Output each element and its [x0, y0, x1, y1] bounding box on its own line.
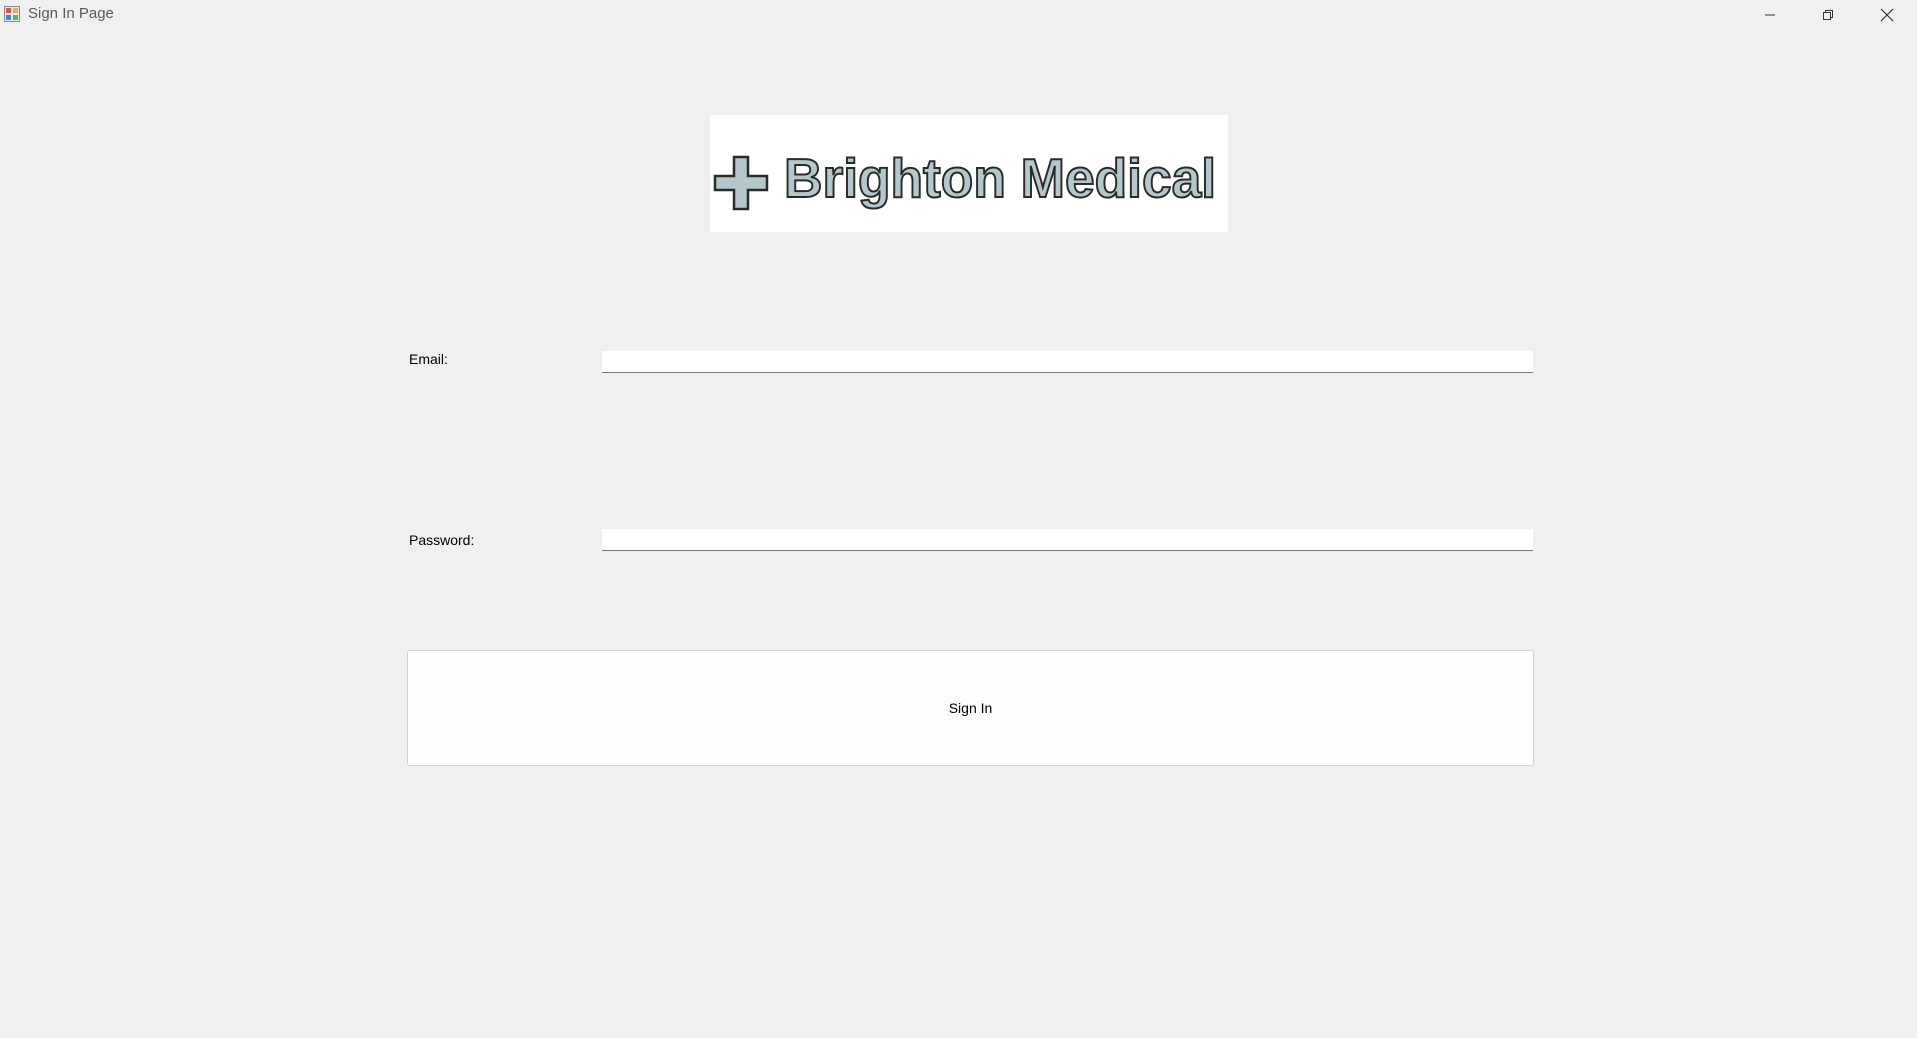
email-label: Email: — [409, 351, 448, 367]
maximize-button[interactable] — [1799, 0, 1857, 29]
medical-cross-icon — [713, 155, 769, 211]
close-icon — [1880, 8, 1894, 21]
window-title: Sign In Page — [28, 5, 114, 22]
logo-text: Brighton Medical — [784, 147, 1216, 209]
brand-logo: Brighton Medical — [710, 115, 1228, 232]
minimize-button[interactable] — [1741, 0, 1799, 29]
close-button[interactable] — [1858, 0, 1916, 29]
email-field[interactable] — [602, 351, 1533, 373]
title-bar: Sign In Page — [0, 0, 1917, 29]
sign-in-window: Sign In Page Brighton Medical Email: Pas… — [0, 0, 1917, 1038]
restore-icon — [1823, 9, 1833, 20]
minimize-icon — [1765, 14, 1775, 15]
app-icon — [4, 6, 20, 22]
password-label: Password: — [409, 532, 475, 548]
password-field[interactable] — [602, 529, 1533, 551]
sign-in-button-label: Sign In — [948, 700, 993, 716]
sign-in-button[interactable]: Sign In — [407, 650, 1534, 766]
